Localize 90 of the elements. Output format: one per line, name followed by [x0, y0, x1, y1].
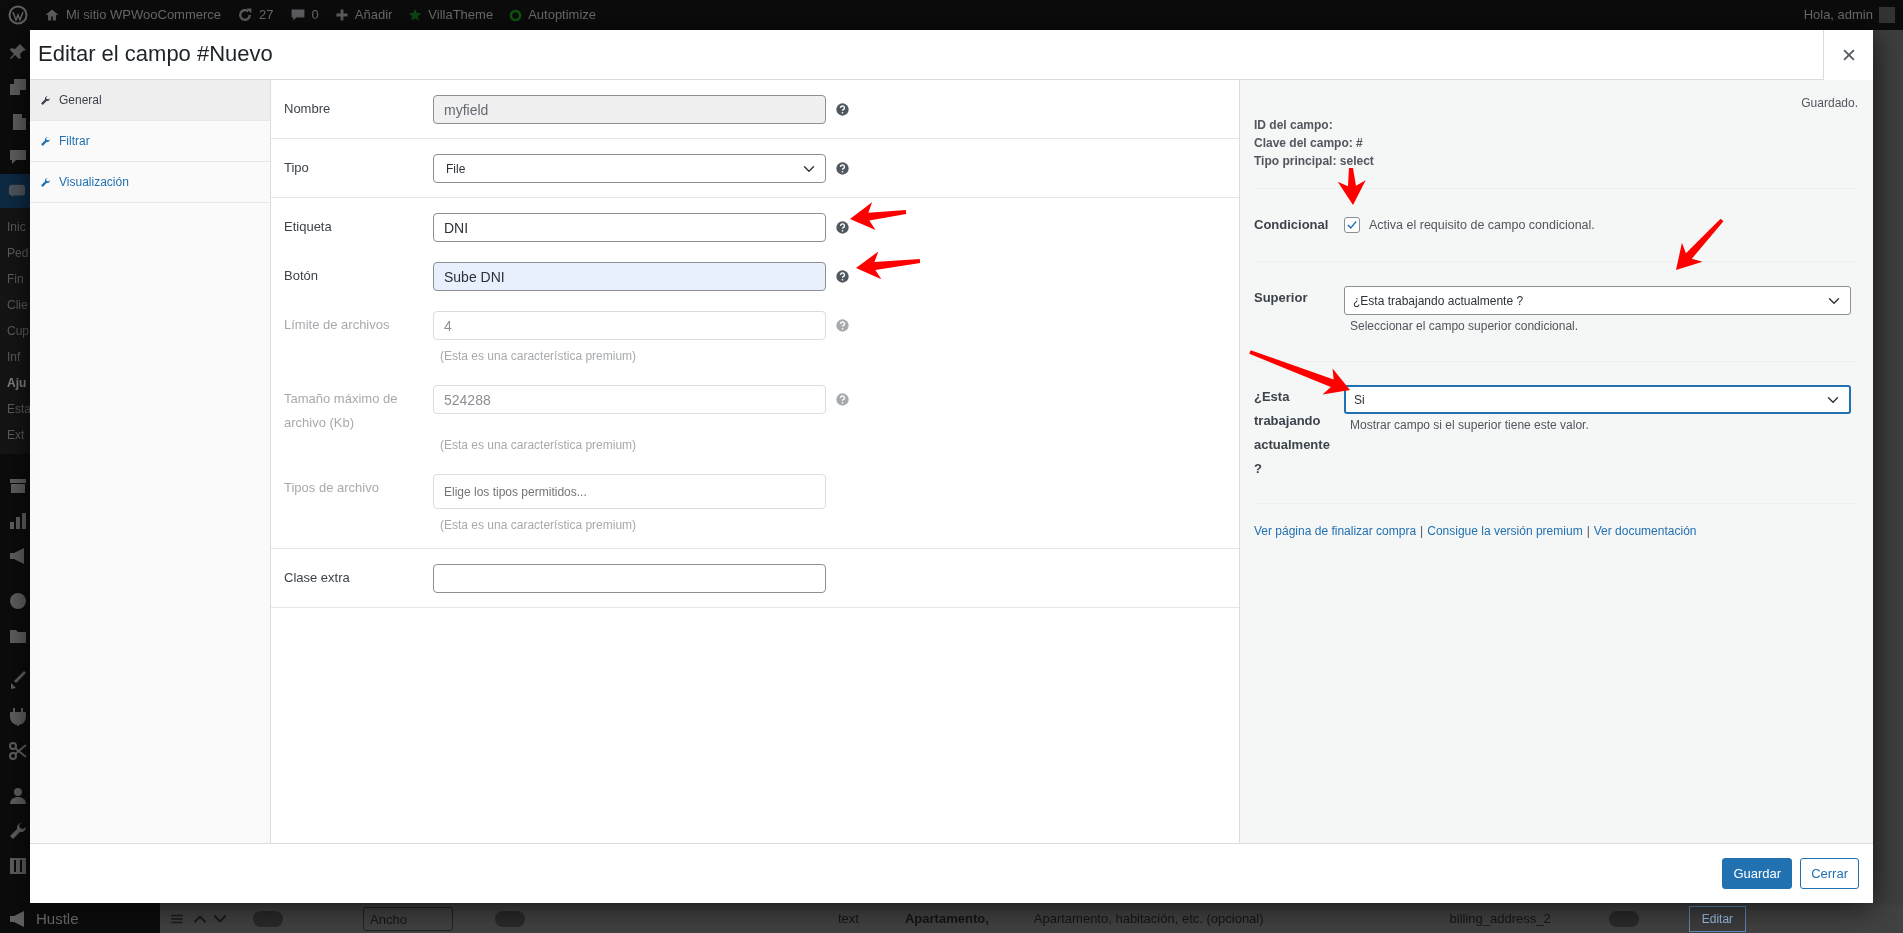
- menu-link[interactable]: Fin: [7, 266, 24, 292]
- plus-icon: [334, 8, 349, 22]
- dialog-button[interactable]: Guardar: [1722, 858, 1793, 889]
- field-label: ¿Esta trabajando actualmente ?: [1254, 388, 1331, 478]
- field-label: Etiqueta: [284, 218, 333, 236]
- field-label: Condicional: [1254, 216, 1330, 234]
- annotation-arrow: [1337, 167, 1366, 205]
- sliders-icon[interactable]: [8, 855, 28, 876]
- text-field[interactable]: [433, 564, 826, 593]
- text-field[interactable]: myfield: [433, 95, 826, 124]
- settings-tab[interactable]: General: [30, 80, 270, 121]
- type-select[interactable]: File: [433, 154, 826, 183]
- toolbar-link[interactable]: Autoptimize: [528, 5, 597, 25]
- field-select[interactable]: Si: [1344, 385, 1851, 414]
- field-label: Tipo: [284, 159, 310, 177]
- field-info-text: Tipo principal: select: [1254, 153, 1375, 170]
- wrench-icon: [40, 94, 51, 106]
- greeting-link[interactable]: Hola, admin: [1803, 5, 1873, 25]
- menu-link[interactable]: Clie: [7, 292, 28, 318]
- field-label: Superior: [1254, 289, 1309, 307]
- footer-link[interactable]: Ver página de finalizar compra: [1254, 524, 1417, 538]
- premium-note: (Esta es una característica premium): [439, 517, 638, 534]
- annotation-arrow: [1676, 218, 1724, 270]
- checkbox[interactable]: [1344, 217, 1360, 233]
- new-link[interactable]: Añadir: [354, 5, 393, 25]
- media-icon[interactable]: [8, 76, 28, 97]
- avatar: [1879, 7, 1895, 23]
- toggle-switch[interactable]: [1608, 911, 1639, 927]
- close-button[interactable]: [1823, 29, 1873, 80]
- menu-link[interactable]: Aju: [7, 370, 27, 396]
- bar-chart-icon[interactable]: [8, 510, 28, 531]
- site-name-link[interactable]: Mi sitio WPWooCommerce: [66, 5, 222, 25]
- menu-link[interactable]: Esta: [7, 396, 31, 422]
- toggle-switch[interactable]: [253, 911, 283, 927]
- annotation-arrow: [856, 251, 921, 280]
- checkbox-label: Activa el requisito de campo condicional.: [1369, 216, 1595, 234]
- pin-icon[interactable]: [8, 41, 28, 62]
- field-label: Botón: [284, 267, 319, 285]
- circle-icon[interactable]: [8, 590, 28, 611]
- link-separator: |: [1420, 524, 1424, 538]
- user-icon[interactable]: [8, 785, 28, 806]
- premium-note: (Esta es una característica premium): [439, 348, 638, 365]
- check-icon: [1346, 219, 1358, 231]
- plug-icon[interactable]: [8, 705, 28, 726]
- wrench-icon: [40, 176, 51, 188]
- comment-icon: [289, 7, 306, 23]
- brush-icon[interactable]: [8, 670, 28, 691]
- menu-link[interactable]: Inf: [7, 344, 21, 370]
- home-icon: [44, 7, 60, 23]
- close-icon: [1841, 47, 1856, 62]
- field-label: Clase extra: [284, 569, 351, 587]
- annotation-arrow: [850, 202, 907, 230]
- field-info-text: ID del campo:: [1254, 117, 1334, 134]
- toolbar-link[interactable]: VillaTheme: [428, 5, 494, 25]
- wordpress-logo-icon[interactable]: [8, 5, 28, 25]
- dialog-button[interactable]: Cerrar: [1800, 858, 1859, 889]
- save-status: Guardado.: [1800, 95, 1858, 112]
- refresh-icon: [237, 7, 254, 23]
- premium-note: (Esta es una característica premium): [439, 437, 638, 454]
- menu-link[interactable]: Cup: [7, 318, 29, 344]
- menu-link[interactable]: Inic: [7, 214, 26, 240]
- star-icon: [408, 8, 423, 22]
- toggle-switch[interactable]: [495, 911, 525, 927]
- comments-count[interactable]: 0: [311, 5, 319, 25]
- menu-link[interactable]: Ext: [7, 422, 25, 448]
- field-label: Tipos de archivo: [284, 479, 380, 497]
- field-label: Límite de archivos: [284, 316, 391, 334]
- wrench-icon[interactable]: [8, 820, 28, 841]
- menu-link[interactable]: Ped: [7, 240, 29, 266]
- help-text: Mostrar campo si el superior tiene este valor.: [1349, 417, 1590, 434]
- link-separator: |: [1586, 524, 1590, 538]
- wrench-icon: [40, 135, 51, 147]
- scissors-icon[interactable]: [8, 740, 28, 761]
- ring-icon: [509, 8, 523, 22]
- field-select[interactable]: ¿Esta trabajando actualmente ?: [1344, 286, 1851, 315]
- settings-tab[interactable]: Filtrar: [30, 121, 270, 162]
- text-field[interactable]: Sube DNI: [433, 262, 826, 291]
- field-info-text: Clave del campo: #: [1254, 135, 1364, 152]
- settings-tab[interactable]: Visualización: [30, 162, 270, 203]
- edit-button[interactable]: Editar: [1688, 906, 1747, 932]
- field-label: Tamaño máximo de archivo (Kb): [284, 390, 399, 432]
- footer-link[interactable]: Consigue la versión premium: [1427, 524, 1583, 538]
- dialog-title: Editar el campo #Nuevo: [38, 41, 274, 68]
- field-label: Nombre: [284, 100, 332, 118]
- footer-link[interactable]: Ver documentación: [1593, 524, 1697, 538]
- help-text: Seleccionar el campo superior condicional.: [1349, 318, 1580, 335]
- drag-handle-icon[interactable]: [170, 912, 184, 926]
- updates-count[interactable]: 27: [259, 5, 274, 25]
- menu-link[interactable]: Hustle: [36, 907, 79, 931]
- text-field[interactable]: DNI: [433, 213, 826, 242]
